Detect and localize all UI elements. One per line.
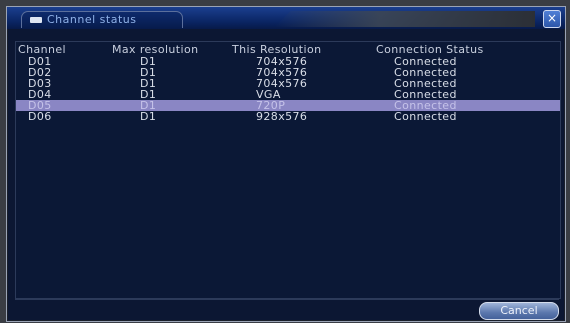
title-bar: Channel status ×: [7, 7, 565, 29]
window-icon: [30, 17, 42, 23]
cell-max-resolution: D1: [140, 110, 157, 123]
cell-connection-status: Connected: [394, 110, 457, 123]
close-button[interactable]: ×: [543, 10, 561, 28]
footer-divider: [15, 299, 559, 300]
table-row[interactable]: D03 D1 704x576 Connected: [16, 78, 560, 89]
table-row[interactable]: D06 D1 928x576 Connected: [16, 111, 560, 122]
header-channel: Channel: [18, 43, 66, 56]
cell-channel: D06: [28, 110, 52, 123]
table-row[interactable]: D04 D1 VGA Connected: [16, 89, 560, 100]
title-decoration: [275, 11, 535, 27]
cancel-button[interactable]: Cancel: [479, 302, 559, 320]
header-connection-status: Connection Status: [376, 43, 484, 56]
header-this-resolution: This Resolution: [232, 43, 322, 56]
title-tab: Channel status: [21, 11, 183, 28]
channel-table: Channel Max resolution This Resolution C…: [15, 41, 561, 299]
header-max-resolution: Max resolution: [112, 43, 199, 56]
channel-status-dialog: Channel status × Channel Max resolution …: [6, 6, 566, 322]
dialog-title: Channel status: [47, 13, 137, 26]
table-header: Channel Max resolution This Resolution C…: [16, 44, 560, 55]
cell-this-resolution: 928x576: [256, 110, 308, 123]
